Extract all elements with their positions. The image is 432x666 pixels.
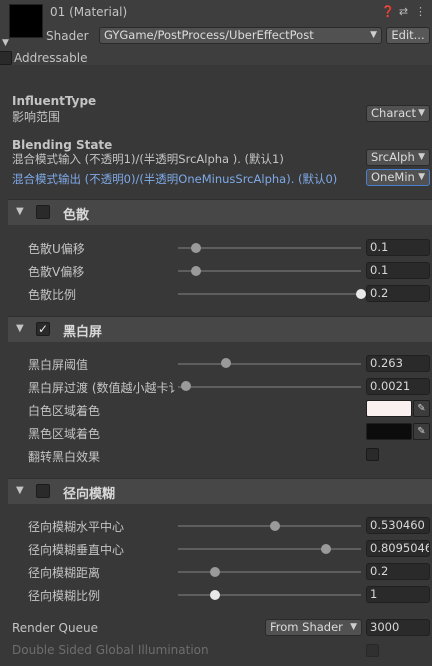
dispersion-label: 色散U偏移	[28, 242, 85, 256]
shader-label: Shader	[46, 29, 89, 43]
foldout-arrow-icon[interactable]: ▼	[2, 38, 9, 48]
settings-icon[interactable]: ⋮	[415, 5, 426, 18]
dispersion-label: 色散V偏移	[28, 265, 85, 279]
radial-slider-track[interactable]	[178, 594, 361, 596]
dispersion-slider-knob[interactable]	[191, 266, 201, 276]
help-icon[interactable]: ❓	[381, 5, 395, 18]
invert-bw-checkbox[interactable]	[366, 448, 379, 461]
radial-label: 径向模糊水平中心	[28, 520, 125, 534]
chevron-down-icon: ▼	[418, 152, 425, 162]
render-queue-mode-value: From Shader	[270, 620, 343, 634]
radial-blur-toggle-checkbox[interactable]	[36, 484, 50, 498]
white-tint-color-swatch[interactable]	[366, 400, 412, 417]
dispersion-toggle-checkbox[interactable]	[36, 205, 50, 219]
shader-dropdown-value: GYGame/PostProcess/UberEffectPost	[104, 28, 314, 42]
dispersion-slider-track[interactable]	[178, 270, 361, 272]
material-title: 01 (Material)	[50, 5, 128, 19]
render-queue-field[interactable]: 3000	[366, 619, 430, 636]
chevron-down-icon: ▼	[350, 622, 357, 632]
double-sided-gi-checkbox[interactable]	[366, 644, 379, 657]
radial-label: 径向模糊比例	[28, 589, 101, 603]
dispersion-slider-track[interactable]	[178, 293, 361, 295]
radial-value-field[interactable]: 0.530460	[366, 517, 430, 534]
bw-transition-field[interactable]: 0.0021	[366, 378, 430, 395]
blend-src-label: 混合模式输入 (不透明1)/(半透明SrcAlpha ). (默认1)	[12, 152, 284, 166]
radial-slider-knob[interactable]	[210, 590, 220, 600]
bw-threshold-slider-track[interactable]	[178, 363, 361, 365]
radial-value-field[interactable]: 0.8095046	[366, 540, 430, 557]
invert-bw-label: 翻转黑白效果	[28, 450, 101, 464]
dispersion-value-field[interactable]: 0.1	[366, 262, 430, 279]
radial-slider-knob[interactable]	[270, 521, 280, 531]
bw-transition-slider-track[interactable]	[178, 386, 361, 388]
eyedropper-icon[interactable]: ✎	[413, 400, 430, 417]
chevron-down-icon: ▼	[418, 108, 425, 118]
dispersion-slider-knob[interactable]	[191, 243, 201, 253]
bw-transition-slider-knob[interactable]	[181, 381, 191, 391]
black-white-toggle-checkbox[interactable]: ✓	[36, 322, 50, 336]
radial-slider-knob[interactable]	[210, 567, 220, 577]
radial-label: 径向模糊垂直中心	[28, 543, 125, 557]
blend-src-dropdown[interactable]: SrcAlph ▼	[366, 149, 430, 166]
blend-dst-label: 混合模式输出 (不透明0)/(半透明OneMinusSrcAlpha). (默认…	[12, 172, 338, 186]
shader-dropdown[interactable]: GYGame/PostProcess/UberEffectPost ▼	[99, 27, 382, 44]
radial-blur-title: 径向模糊	[63, 487, 116, 502]
black-white-title: 黑白屏	[63, 325, 103, 340]
expand-triangle-icon[interactable]: ▼	[16, 323, 24, 334]
white-tint-label: 白色区域着色	[28, 404, 101, 418]
bw-threshold-label: 黑白屏阈值	[28, 358, 89, 372]
section-dispersion[interactable]: ▼ 色散	[8, 199, 432, 225]
render-queue-label: Render Queue	[12, 621, 98, 635]
chevron-down-icon: ▼	[370, 30, 377, 40]
blending-state-title: Blending State	[12, 138, 113, 152]
dispersion-title: 色散	[63, 208, 90, 223]
material-preview-thumbnail	[9, 4, 43, 38]
preset-icon[interactable]: ⇄	[398, 5, 409, 18]
dispersion-value-field[interactable]: 0.2	[366, 285, 430, 302]
bw-threshold-field[interactable]: 0.263	[366, 355, 430, 372]
radial-slider-track[interactable]	[178, 548, 361, 550]
dispersion-slider-knob[interactable]	[356, 289, 366, 299]
section-radial-blur[interactable]: ▼ 径向模糊	[8, 478, 432, 504]
radial-value-field[interactable]: 1	[366, 586, 430, 603]
blend-src-value: SrcAlph	[371, 150, 415, 164]
render-queue-mode-dropdown[interactable]: From Shader ▼	[265, 619, 362, 636]
expand-triangle-icon[interactable]: ▼	[16, 206, 24, 217]
addressable-checkbox[interactable]	[0, 51, 12, 65]
edit-shader-button[interactable]: Edit...	[386, 27, 430, 44]
eyedropper-icon[interactable]: ✎	[413, 423, 430, 440]
radial-value-field[interactable]: 0.2	[366, 563, 430, 580]
black-tint-label: 黑色区域着色	[28, 427, 101, 441]
blend-dst-value: OneMin	[371, 170, 415, 184]
influent-type-dropdown[interactable]: Charact ▼	[366, 105, 430, 122]
expand-triangle-icon[interactable]: ▼	[16, 485, 24, 496]
influent-type-value: Charact	[371, 106, 416, 120]
bw-transition-label: 黑白屏过渡 (数值越小越卡讠	[28, 381, 181, 395]
radial-slider-track[interactable]	[178, 571, 361, 573]
chevron-down-icon: ▼	[418, 172, 425, 182]
bw-threshold-slider-knob[interactable]	[221, 358, 231, 368]
influent-type-subtitle: 影响范围	[12, 110, 61, 124]
blend-dst-dropdown[interactable]: OneMin ▼	[366, 169, 430, 186]
black-tint-color-swatch[interactable]	[366, 423, 412, 440]
influent-type-title: InfluentType	[12, 94, 97, 108]
dispersion-slider-track[interactable]	[178, 247, 361, 249]
material-header: 01 (Material) ❓ ⇄ ⋮ Shader GYGame/PostPr…	[0, 0, 432, 65]
dispersion-value-field[interactable]: 0.1	[366, 239, 430, 256]
radial-label: 径向模糊距离	[28, 566, 101, 580]
header-icons: ❓ ⇄ ⋮	[381, 5, 426, 18]
section-black-white[interactable]: ▼ ✓ 黑白屏	[8, 316, 432, 342]
dispersion-label: 色散比例	[28, 288, 77, 302]
radial-slider-knob[interactable]	[321, 544, 331, 554]
double-sided-gi-label: Double Sided Global Illumination	[12, 643, 209, 657]
addressable-label: Addressable	[14, 51, 88, 65]
